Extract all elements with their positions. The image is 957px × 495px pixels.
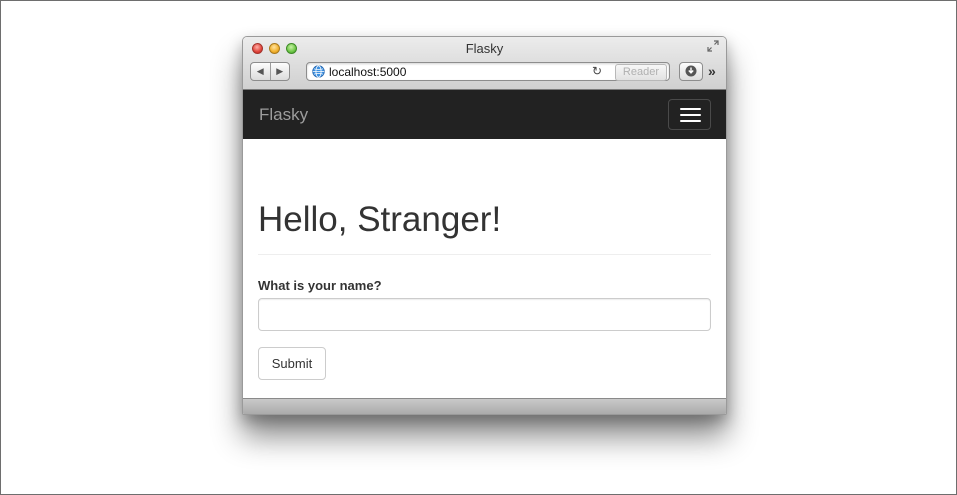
url-text[interactable]: localhost:5000 bbox=[329, 65, 406, 79]
name-input[interactable] bbox=[258, 298, 711, 331]
toolbar-overflow-icon[interactable]: » bbox=[708, 62, 716, 81]
back-forward-buttons: ◀ ▶ bbox=[250, 62, 290, 81]
navbar-toggle-button[interactable] bbox=[668, 99, 711, 130]
forward-arrow-icon: ▶ bbox=[276, 66, 284, 76]
status-bar bbox=[243, 398, 726, 414]
browser-chrome: Flasky ◀ ▶ localhost:5000 ↻ Reader » bbox=[243, 37, 726, 90]
submit-button[interactable]: Submit bbox=[258, 347, 326, 380]
globe-icon bbox=[312, 65, 325, 78]
download-icon bbox=[685, 65, 697, 77]
back-arrow-icon: ◀ bbox=[256, 66, 264, 76]
screenshot-frame: Flasky ◀ ▶ localhost:5000 ↻ Reader » Fla… bbox=[0, 0, 957, 495]
name-field-label: What is your name? bbox=[258, 278, 382, 293]
address-bar[interactable]: localhost:5000 ↻ Reader bbox=[306, 62, 670, 81]
header-divider bbox=[258, 254, 711, 255]
page-title: Hello, Stranger! bbox=[258, 200, 502, 239]
forward-button[interactable]: ▶ bbox=[269, 63, 290, 80]
back-button[interactable]: ◀ bbox=[251, 63, 270, 80]
reload-icon[interactable]: ↻ bbox=[592, 64, 602, 78]
page-content: Hello, Stranger! What is your name? Subm… bbox=[243, 139, 726, 397]
window-title: Flasky bbox=[465, 41, 504, 56]
reader-button[interactable]: Reader bbox=[614, 64, 667, 81]
navbar-brand[interactable]: Flasky bbox=[259, 105, 308, 125]
browser-window: Flasky ◀ ▶ localhost:5000 ↻ Reader » Fla… bbox=[242, 36, 727, 415]
downloads-button[interactable] bbox=[679, 62, 703, 81]
fullscreen-icon[interactable] bbox=[707, 40, 719, 52]
site-navbar: Flasky bbox=[243, 90, 726, 139]
